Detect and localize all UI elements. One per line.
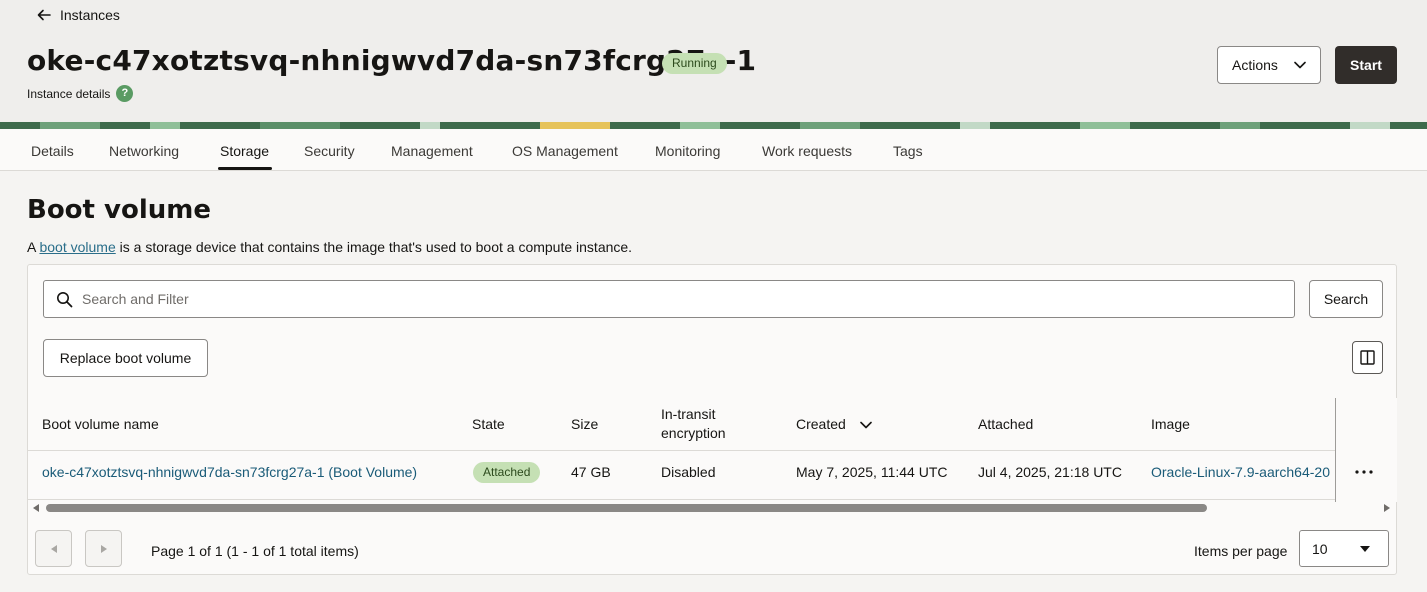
decorative-banner [0, 122, 1427, 129]
attached-cell: Jul 4, 2025, 21:18 UTC [978, 464, 1122, 480]
tab-bar: Details Networking Storage Security Mana… [0, 129, 1427, 171]
created-header-label: Created [796, 416, 846, 432]
chevron-right-icon [100, 544, 107, 553]
search-input[interactable] [82, 281, 1282, 317]
column-header-attached[interactable]: Attached [978, 415, 1033, 434]
size-cell: 47 GB [571, 464, 611, 480]
column-header-state[interactable]: State [472, 415, 505, 434]
tab-monitoring[interactable]: Monitoring [655, 143, 720, 159]
chevron-left-icon [50, 544, 57, 553]
row-divider [28, 499, 1397, 500]
sort-descending-icon[interactable] [860, 421, 872, 429]
caret-down-icon [1360, 546, 1370, 552]
replace-boot-volume-button[interactable]: Replace boot volume [43, 339, 208, 377]
column-header-image[interactable]: Image [1151, 415, 1190, 434]
search-button[interactable]: Search [1309, 280, 1383, 318]
search-icon [57, 292, 73, 308]
arrow-left-icon [37, 9, 51, 21]
encryption-cell: Disabled [661, 464, 716, 480]
tab-security[interactable]: Security [304, 143, 355, 159]
tab-networking[interactable]: Networking [109, 143, 179, 159]
tab-work-requests[interactable]: Work requests [762, 143, 852, 159]
back-link-label: Instances [60, 7, 120, 23]
desc-prefix: A [27, 239, 40, 255]
scrollbar-thumb[interactable] [46, 504, 1207, 512]
scroll-left-icon[interactable] [33, 504, 39, 512]
section-title: Boot volume [27, 195, 211, 225]
page-title: oke-c47xotztsvq-nhnigwvd7da-sn73fcrg27a-… [27, 44, 757, 77]
tab-os-management[interactable]: OS Management [512, 143, 618, 159]
column-header-encryption[interactable]: In-transit encryption [661, 405, 741, 443]
items-per-page-select[interactable]: 10 [1299, 530, 1389, 567]
pagination-summary: Page 1 of 1 (1 - 1 of 1 total items) [151, 543, 359, 559]
row-actions-column [1335, 398, 1397, 502]
section-description: A boot volume is a storage device that c… [27, 239, 632, 255]
column-header-name[interactable]: Boot volume name [42, 415, 159, 434]
active-tab-indicator [218, 167, 272, 170]
search-box [43, 280, 1295, 318]
column-header-created[interactable]: Created [796, 415, 872, 434]
status-badge: Running [662, 53, 727, 74]
back-to-instances-link[interactable]: Instances [36, 7, 120, 23]
created-cell: May 7, 2025, 11:44 UTC [796, 464, 948, 480]
columns-icon [1360, 350, 1375, 365]
items-per-page-value: 10 [1312, 540, 1328, 557]
chevron-down-icon [1294, 61, 1306, 69]
scroll-right-icon[interactable] [1384, 504, 1390, 512]
boot-volume-name-link[interactable]: oke-c47xotztsvq-nhnigwvd7da-sn73fcrg27a-… [42, 464, 417, 480]
boot-volume-doc-link[interactable]: boot volume [39, 239, 115, 255]
actions-label: Actions [1232, 57, 1278, 73]
start-button[interactable]: Start [1335, 46, 1397, 84]
tab-details[interactable]: Details [31, 143, 74, 159]
actions-menu-button[interactable]: Actions [1217, 46, 1321, 84]
previous-page-button[interactable] [35, 530, 72, 567]
next-page-button[interactable] [85, 530, 122, 567]
desc-suffix: is a storage device that contains the im… [115, 239, 633, 255]
subtitle-label: Instance details [27, 86, 111, 101]
more-actions-icon[interactable] [1352, 462, 1376, 482]
page-header: Instances oke-c47xotztsvq-nhnigwvd7da-sn… [0, 0, 1427, 122]
items-per-page-label: Items per page [1194, 543, 1288, 559]
state-badge: Attached [473, 462, 541, 483]
column-settings-button[interactable] [1352, 341, 1383, 374]
boot-volume-panel: Search Replace boot volume Boot volume n… [27, 264, 1397, 575]
help-icon[interactable]: ? [116, 85, 134, 102]
tab-storage[interactable]: Storage [220, 143, 269, 159]
tab-tags[interactable]: Tags [893, 143, 923, 159]
boot-volume-table: Boot volume name State Size In-transit e… [28, 398, 1397, 502]
image-link[interactable]: Oracle-Linux-7.9-aarch64-20 [1151, 464, 1335, 480]
horizontal-scrollbar[interactable] [28, 501, 1397, 515]
page-subtitle: Instance details ? [27, 85, 134, 102]
header-divider [28, 450, 1397, 451]
column-header-size[interactable]: Size [571, 415, 598, 434]
tab-management[interactable]: Management [391, 143, 473, 159]
